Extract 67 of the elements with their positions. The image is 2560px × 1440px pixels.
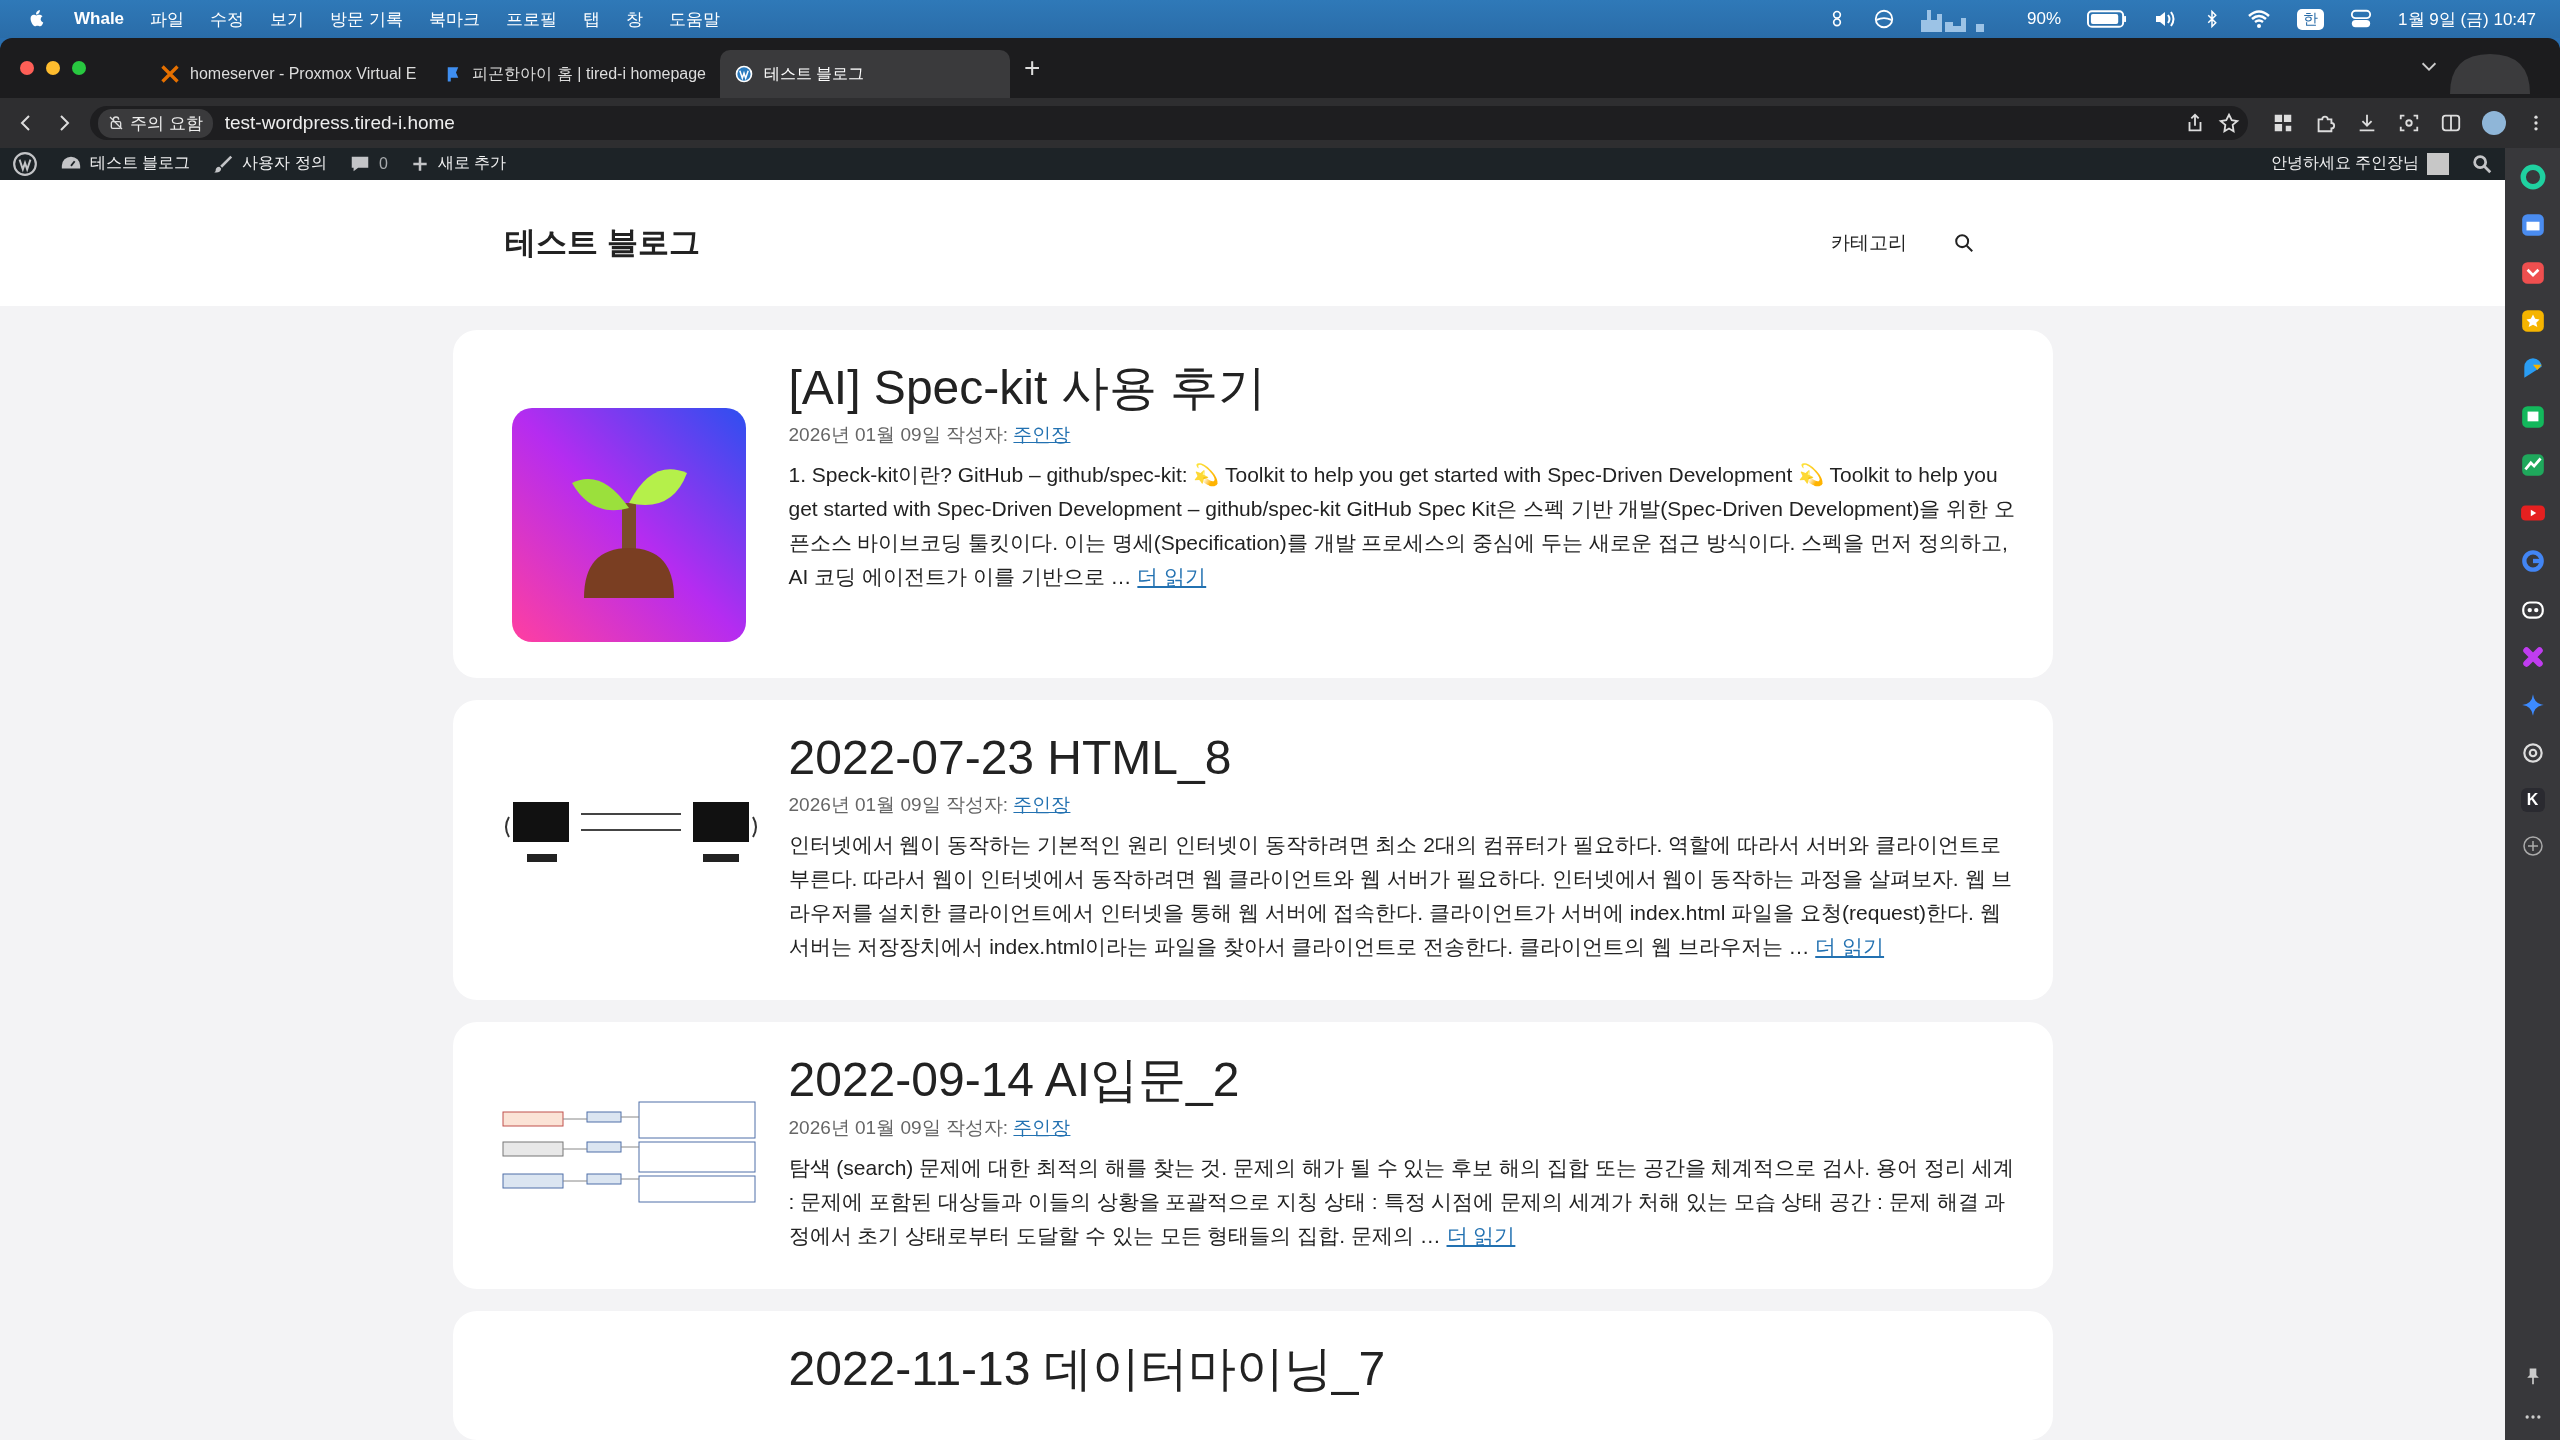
menu-item[interactable]: 보기 <box>270 7 305 31</box>
chart-app-icon[interactable] <box>2519 452 2546 478</box>
menu-item[interactable]: 방문 기록 <box>330 7 403 31</box>
greeting-link[interactable]: 안녕하세요 주인장님 <box>2270 153 2419 175</box>
menu-item[interactable]: 탭 <box>582 7 600 31</box>
read-more-link[interactable]: 더 읽기 <box>1446 1224 1516 1248</box>
menu-item[interactable]: 프로필 <box>505 7 557 31</box>
menu-item[interactable]: 창 <box>625 7 643 31</box>
lock-slash-icon <box>108 115 124 131</box>
google-app-icon[interactable] <box>2519 548 2546 574</box>
read-more-link[interactable]: 더 읽기 <box>1815 935 1885 959</box>
security-warning-label: 주의 요함 <box>130 112 203 135</box>
post-title[interactable]: [AI] Spec-kit 사용 후기 <box>788 361 2017 415</box>
menu-item[interactable]: 도움말 <box>668 7 720 31</box>
profile-avatar[interactable] <box>2482 111 2506 135</box>
browser-tab[interactable]: homeserver - Proxmox Virtual E <box>146 50 431 98</box>
minimize-window-button[interactable] <box>46 61 60 75</box>
author-link[interactable]: 주인장 <box>1013 1117 1071 1139</box>
post-date: 2026년 01월 09일 작성자: <box>788 424 1009 446</box>
menu-item[interactable]: 북마크 <box>428 7 480 31</box>
post-title[interactable]: 2022-09-14 AI입문_2 <box>788 1054 2017 1108</box>
zoom-window-button[interactable] <box>72 61 86 75</box>
post-title[interactable]: 2022-11-13 데이터마이닝_7 <box>788 1343 2017 1396</box>
app-shortcut[interactable]: K <box>2520 788 2545 812</box>
read-more-link[interactable]: 더 읽기 <box>1137 565 1207 589</box>
wordpress-logo-icon[interactable] <box>12 150 38 177</box>
search-icon[interactable] <box>1953 231 1975 254</box>
post-title[interactable]: 2022-07-23 HTML_8 <box>788 731 2017 785</box>
author-link[interactable]: 주인장 <box>1013 424 1071 446</box>
post-excerpt: 1. Speck-kit이란? GitHub – github/spec-kit: 💫 Toolkit to help you get started with Spec-Driven Development 💫 Toolkit to help you get started with Spec-Driven Development – github/spec-kit GitHub Spec Kit은 스펙 기반 개발(Spec-Driven Development)을 위한 오픈소스 바이브코딩 툴킷이다. 이는 명세(Specification)를 개발 프로세스의 중심에 두는 새로운 접근 방식이다. 스펙을 먼저 정의하고, AI 코딩 에이전트가 이를 기반으로 … 더 읽기 <box>788 462 2017 591</box>
browser-tab[interactable]: 테스트 블로그 <box>720 50 1010 98</box>
author-link[interactable]: 주인장 <box>1013 794 1071 816</box>
site-name-link[interactable]: 테스트 블로그 <box>90 153 191 175</box>
input-method-indicator[interactable]: 한 <box>2297 8 2325 30</box>
x-logo-icon <box>160 64 180 84</box>
customize-link[interactable]: 사용자 정의 <box>242 153 327 175</box>
wordpress-logo-icon <box>734 64 754 84</box>
control-center-icon[interactable] <box>2350 8 2373 30</box>
capture-icon[interactable] <box>2398 112 2420 134</box>
site-title[interactable]: 테스트 블로그 <box>505 221 700 264</box>
post-excerpt: 탐색 (search) 문제에 대한 최적의 해를 찾는 것. 문제의 해가 될 수 있는 후보 해의 집합 또는 공간을 체계적으로 검사. 용어 정리 세계 : 문제에 포함된 대상들과 이들의 상황을 포괄적으로 지칭 상태 : 특정 시점에 문제의 세계가 처해 있는 모습 상태 공간 : 문제 해결 과정에서 초기 상태로부터 도달할 수 있는 모든 형태들의 집합. 문제의 … 더 읽기 <box>788 1155 2015 1250</box>
menu-item[interactable]: 파일 <box>150 7 185 31</box>
close-window-button[interactable] <box>20 61 34 75</box>
nav-link[interactable]: 카테고리 <box>1831 229 1907 256</box>
qr-code-icon[interactable] <box>2272 112 2294 134</box>
address-bar[interactable]: 주의 요함 test-wordpress.tired-i.home <box>90 106 2248 140</box>
comment-count[interactable]: 0 <box>378 154 388 173</box>
new-content-link[interactable]: 새로 추가 <box>437 153 507 175</box>
menu-item[interactable]: 수정 <box>210 7 245 31</box>
post-date: 2026년 01월 09일 작성자: <box>788 1117 1009 1139</box>
menu-clock[interactable]: 1월 9일 (금) 10:47 <box>2398 7 2536 31</box>
new-tab-button[interactable]: + <box>1024 52 1041 84</box>
post-excerpt: 인터넷에서 웹이 동작하는 기본적인 원리 인터넷이 동작하려면 최소 2대의 컴퓨터가 필요하다. 역할에 따라서 서버와 클라이언트로 부른다. 따라서 웹이 인터넷에서 동작하려면 웹 클라이언트와 웹 서버가 필요하다. 인터넷에서 웹이 동작하는 과정을 살펴보자. 웹 브라우저를 설치한 클라이언트에서 인터넷을 통해 웹 서버에 접속한다. 클라이언트가 서버에 index.html 파일을 요청(request)한다. 웹 서버는 저장장치에서 index.html이라는 파일을 찾아서 클라이언트로 전송한다. 클라이언트의 웹 브라우저는 … 더 읽기 <box>788 832 2014 961</box>
security-warning-chip[interactable]: 주의 요함 <box>98 108 213 138</box>
add-icon[interactable] <box>2520 834 2545 858</box>
post-date: 2026년 01월 09일 작성자: <box>788 794 1009 816</box>
search-icon[interactable] <box>2471 152 2493 175</box>
star-add-icon[interactable] <box>2218 112 2240 134</box>
user-avatar[interactable] <box>2427 152 2449 175</box>
wifi-icon[interactable] <box>2247 7 2272 31</box>
battery-percentage: 90% <box>2027 9 2062 29</box>
app-menu[interactable]: Whale <box>74 9 125 29</box>
url-text: test-wordpress.tired-i.home <box>224 112 455 134</box>
split-view-icon[interactable] <box>2440 112 2462 134</box>
ring-app-icon[interactable] <box>2519 164 2546 190</box>
star-app-icon[interactable] <box>2519 308 2546 334</box>
browser-tab[interactable]: 피곤한아이 홈 | tired-i homepage <box>430 50 720 98</box>
